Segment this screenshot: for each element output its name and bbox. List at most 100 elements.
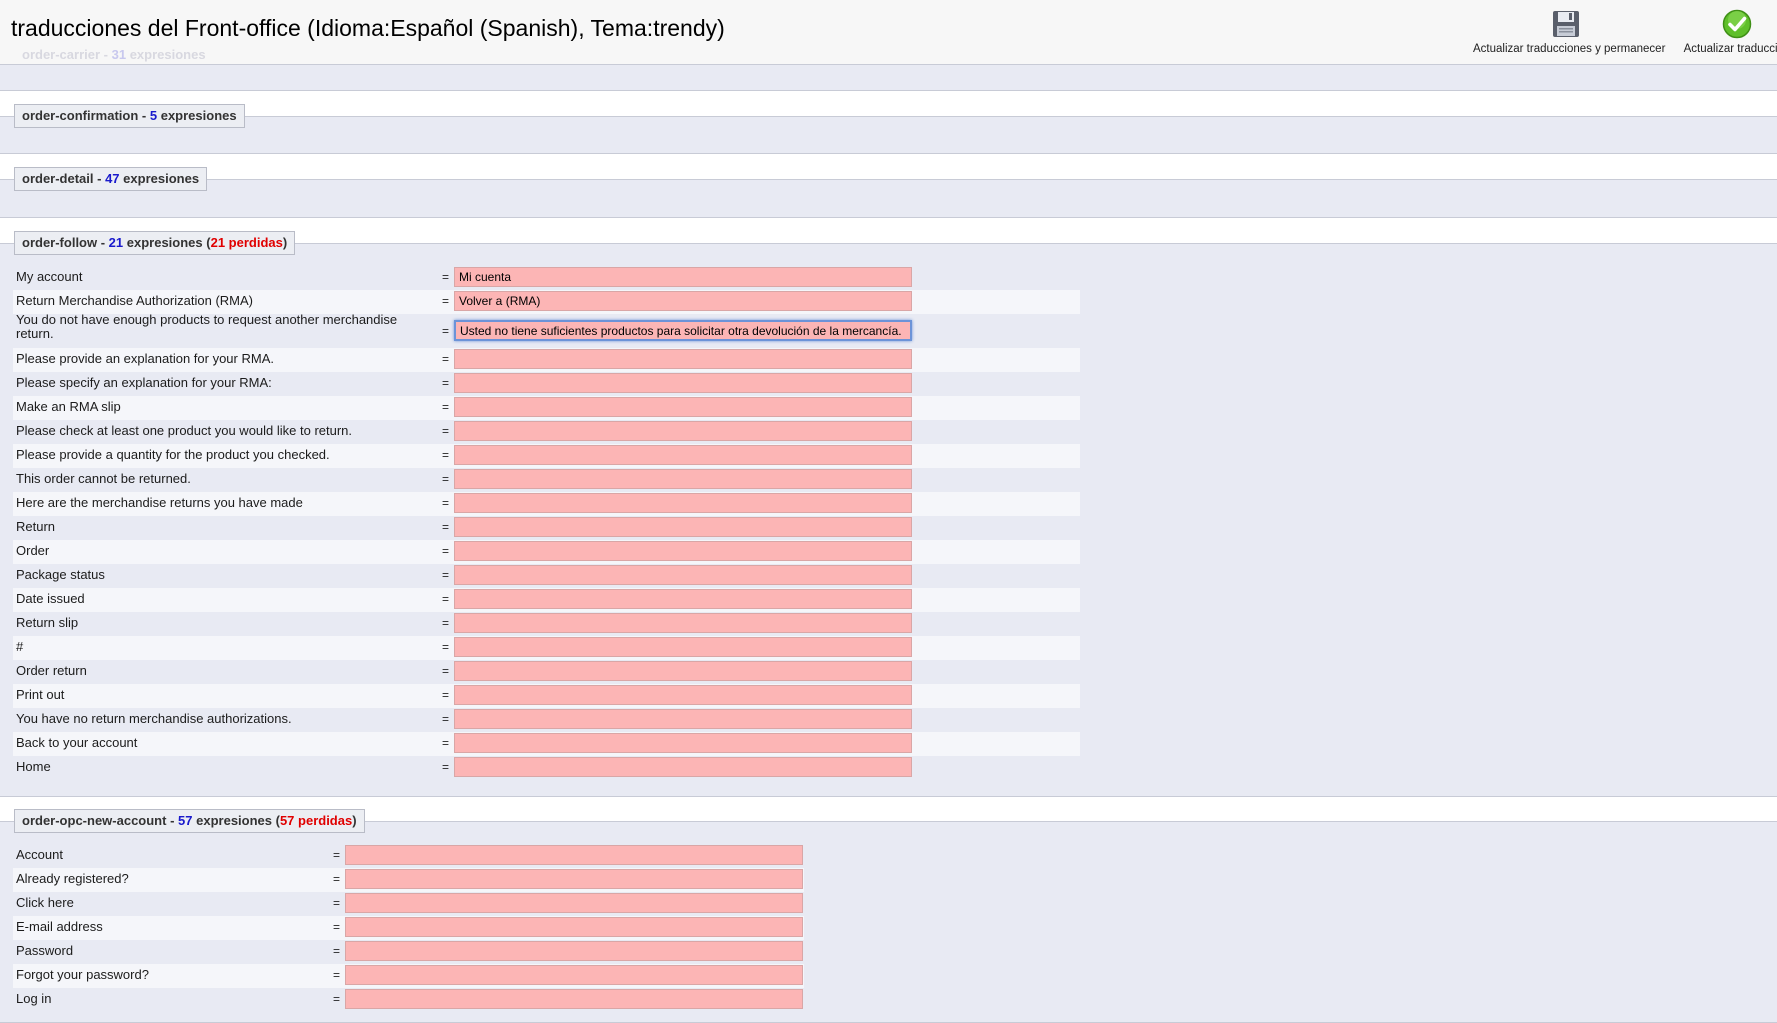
equals-sign: = (442, 688, 450, 702)
translation-row: Back to your account = (13, 732, 1080, 756)
section-legend[interactable]: order-follow - 21 expresiones (21 perdid… (14, 231, 296, 255)
equals-sign: = (333, 872, 341, 886)
equals-sign: = (442, 664, 450, 678)
expression-count: 21 (108, 235, 124, 250)
source-string: Make an RMA slip (16, 399, 121, 414)
translation-row: Please specify an explanation for your R… (13, 372, 1080, 396)
source-string: Here are the merchandise returns you hav… (16, 495, 303, 510)
translation-input[interactable] (454, 267, 912, 287)
translation-row: Package status = (13, 564, 1080, 588)
source-string: You have no return merchandise authoriza… (16, 711, 292, 726)
translation-row: E-mail address = (13, 916, 804, 940)
translation-input[interactable] (454, 685, 912, 705)
expression-count: 47 (105, 171, 120, 186)
translation-row: Click here = (13, 892, 804, 916)
translation-input[interactable] (345, 869, 803, 889)
translation-input[interactable] (454, 661, 912, 681)
update-translations-button[interactable]: Actualizar traduccion (1672, 8, 1777, 55)
source-string: Please specify an explanation for your R… (16, 375, 272, 390)
translation-input[interactable] (345, 965, 803, 985)
source-string: You do not have enough products to reque… (16, 312, 398, 341)
translation-input[interactable] (454, 517, 912, 537)
source-string: Log in (16, 991, 52, 1006)
translation-input[interactable] (454, 397, 912, 417)
section-legend-order-carrier[interactable]: order-carrier - 31 expresiones (22, 47, 206, 62)
section-legend[interactable]: order-confirmation - 5 expresiones (14, 104, 245, 128)
translation-input[interactable] (454, 733, 912, 753)
expression-label: expresiones (160, 108, 237, 123)
section-order-follow: order-follow - 21 expresiones (21 perdid… (0, 231, 1777, 797)
source-string: Order return (16, 663, 87, 678)
equals-sign: = (333, 944, 341, 958)
source-string: Print out (16, 687, 65, 702)
source-string: Please provide a quantity for the produc… (16, 447, 330, 462)
equals-sign: = (442, 294, 450, 308)
section-name: order-confirmation (22, 108, 139, 123)
source-string: Already registered? (16, 871, 129, 886)
translation-input[interactable] (454, 291, 912, 311)
update-and-stay-button[interactable]: Actualizar traducciones y permanecer (1473, 8, 1665, 55)
equals-sign: = (442, 324, 450, 338)
translation-input[interactable] (454, 493, 912, 513)
equals-sign: = (442, 568, 450, 582)
translation-input[interactable] (345, 845, 803, 865)
translation-input[interactable] (454, 541, 912, 561)
equals-sign: = (442, 640, 450, 654)
translation-input[interactable] (454, 421, 912, 441)
equals-sign: = (442, 616, 450, 630)
update-and-stay-label: Actualizar traducciones y permanecer (1473, 43, 1666, 55)
expression-count: 5 (149, 108, 158, 123)
translation-input[interactable] (345, 941, 803, 961)
translation-row: Forgot your password? = (13, 964, 804, 988)
translation-input[interactable] (454, 469, 912, 489)
equals-sign: = (333, 920, 341, 934)
translation-input[interactable] (454, 637, 912, 657)
translation-row: Print out = (13, 684, 1080, 708)
translation-row: Here are the merchandise returns you hav… (13, 492, 1080, 516)
section-name: order-detail (22, 171, 94, 186)
missing-count: 21 perdidas (210, 235, 283, 250)
translation-input[interactable] (454, 709, 912, 729)
equals-sign: = (442, 352, 450, 366)
equals-sign: = (442, 736, 450, 750)
section-legend[interactable]: order-opc-new-account - 57 expresiones (… (14, 809, 365, 833)
translation-row: My account = (13, 266, 1080, 290)
translation-input[interactable] (454, 373, 912, 393)
translation-input[interactable] (454, 565, 912, 585)
update-translations-label: Actualizar traduccion (1683, 43, 1777, 55)
translation-input[interactable] (454, 757, 912, 777)
translation-input[interactable] (454, 349, 912, 369)
page-header: traducciones del Front-office (Idioma:Es… (0, 0, 1777, 64)
translation-input[interactable] (345, 917, 803, 937)
equals-sign: = (333, 896, 341, 910)
translation-input[interactable] (454, 445, 912, 465)
equals-sign: = (442, 270, 450, 284)
expression-label: expresiones (129, 47, 206, 62)
translation-row: This order cannot be returned. = (13, 468, 1080, 492)
expression-label: expresiones (123, 171, 200, 186)
source-string: Order (16, 543, 50, 558)
translation-input[interactable] (454, 589, 912, 609)
source-string: Account (16, 847, 63, 862)
translation-row: Account = (13, 844, 804, 868)
page-title: traducciones del Front-office (Idioma:Es… (11, 15, 725, 41)
section-order-opc-new-account: order-opc-new-account - 57 expresiones (… (0, 809, 1777, 1023)
equals-sign: = (333, 968, 341, 982)
translation-row: Return slip = (13, 612, 1080, 636)
translation-row: Please provide an explanation for your R… (13, 348, 1080, 372)
source-string: Return slip (16, 615, 79, 630)
translation-input[interactable] (345, 989, 803, 1009)
equals-sign: = (442, 712, 450, 726)
translation-row: You have no return merchandise authoriza… (13, 708, 1080, 732)
translation-row: Return Merchandise Authorization (RMA) = (13, 290, 1080, 314)
section-legend[interactable]: order-detail - 47 expresiones (14, 167, 208, 191)
save-icon (1553, 11, 1579, 37)
source-string: Return (16, 519, 56, 534)
source-string: E-mail address (16, 919, 103, 934)
translation-row: Please check at least one product you wo… (13, 420, 1080, 444)
translation-input[interactable] (454, 613, 912, 633)
translation-input[interactable] (454, 320, 912, 341)
source-string: Package status (16, 567, 105, 582)
translation-input[interactable] (345, 893, 803, 913)
section-name: order-carrier (22, 47, 101, 62)
